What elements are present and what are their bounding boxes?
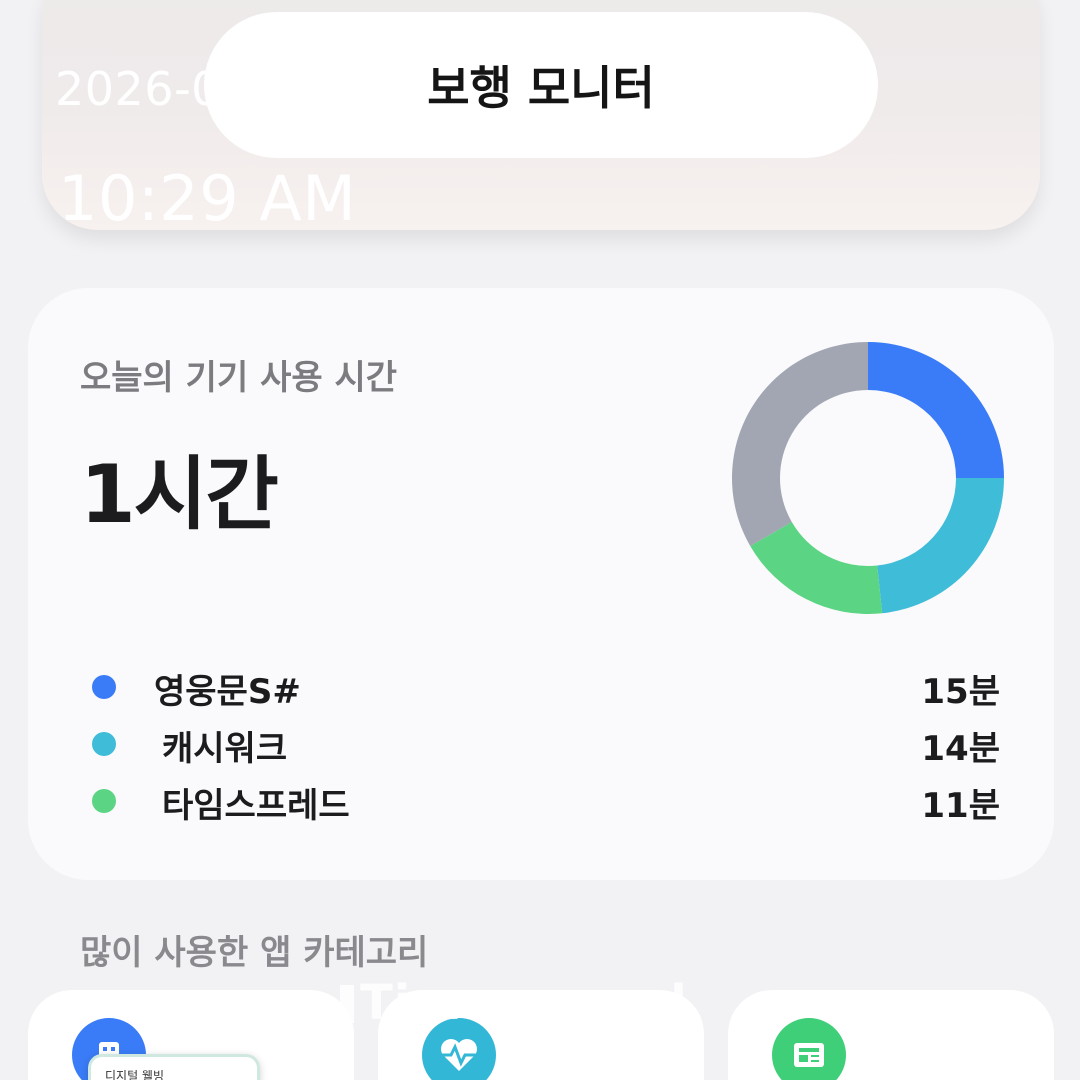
category-tile-3[interactable] xyxy=(728,990,1054,1080)
time-overlay: 10:29 AM xyxy=(58,162,357,235)
legend-value: 14분 xyxy=(921,729,1000,769)
screen-time-total: 1시간 xyxy=(80,448,279,541)
legend-dot xyxy=(92,675,116,699)
legend-label: 영웅문S# xyxy=(154,672,301,712)
watermark-logo-icon xyxy=(340,985,354,1023)
watermark-text: Timespread xyxy=(360,975,688,1031)
legend-dot xyxy=(92,732,116,756)
legend-label: 타임스프레드 xyxy=(162,786,350,826)
legend-row[interactable]: 캐시워크 14분 xyxy=(80,719,1010,769)
legend-value: 15분 xyxy=(921,672,1000,712)
legend-dot xyxy=(92,789,116,813)
donut-slice-0 xyxy=(868,342,1004,478)
date-overlay: 2026-0 xyxy=(55,62,221,116)
legend-row[interactable]: 영웅문S# 15분 xyxy=(80,662,1010,712)
legend-label: 캐시워크 xyxy=(162,729,288,769)
watermark: Timespread xyxy=(340,975,688,1031)
usage-donut-chart xyxy=(732,342,1004,614)
walking-monitor-button[interactable]: 보행 모니터 xyxy=(204,12,878,158)
mini-screenshot-thumbnail: 디지털 웰빙 xyxy=(88,1054,260,1080)
category-section-title: 많이 사용한 앱 카테고리 xyxy=(80,933,429,973)
mini-screenshot-text: 디지털 웰빙 xyxy=(105,1069,165,1080)
donut-slice-2 xyxy=(750,522,883,614)
legend-row[interactable]: 타임스프레드 11분 xyxy=(80,776,1010,826)
donut-slice-1 xyxy=(877,478,1004,614)
screen: 2026-0 10:29 AM 보행 모니터 오늘의 기기 사용 시간 1시간 … xyxy=(0,0,1080,1080)
donut-slice-3 xyxy=(732,342,868,546)
legend-value: 11분 xyxy=(921,786,1000,826)
screen-time-title: 오늘의 기기 사용 시간 xyxy=(80,358,398,398)
news-icon xyxy=(772,1018,846,1080)
